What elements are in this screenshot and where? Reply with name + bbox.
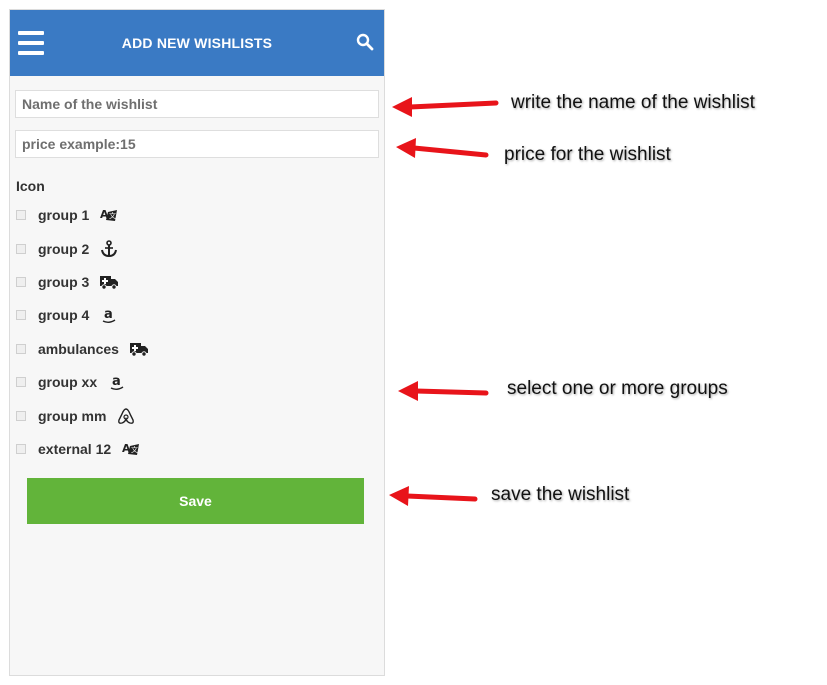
arrow-annotation-icon — [398, 381, 489, 401]
svg-text:文: 文 — [109, 211, 116, 220]
save-button[interactable]: Save — [27, 478, 364, 524]
anchor-icon — [101, 240, 118, 258]
app-header: ADD NEW WISHLISTS — [10, 10, 384, 76]
arrow-annotation-icon — [392, 97, 499, 117]
group-option[interactable]: ambulances — [16, 339, 149, 359]
annotation-groups: select one or more groups — [507, 378, 728, 399]
group-label: group xx — [38, 374, 98, 390]
translate-icon: A 文 — [122, 442, 140, 455]
group-label: group 3 — [38, 274, 90, 290]
svg-text:a: a — [104, 307, 113, 322]
group-label: group 4 — [38, 307, 90, 323]
group-label: group 2 — [38, 241, 90, 257]
group-label: group 1 — [38, 207, 90, 223]
ambulance-icon — [100, 276, 119, 290]
svg-text:文: 文 — [131, 445, 138, 454]
annotation-save: save the wishlist — [491, 484, 630, 505]
app-panel: ADD NEW WISHLISTS Icon group 1 A 文 group… — [9, 9, 385, 676]
group-checkbox[interactable] — [16, 377, 26, 387]
group-label: ambulances — [38, 341, 119, 357]
group-option[interactable]: group 3 — [16, 272, 119, 292]
wishlist-name-input[interactable] — [15, 90, 379, 118]
group-label: external 12 — [38, 441, 112, 457]
amazon-icon: a — [103, 307, 116, 323]
airbnb-icon — [118, 408, 135, 424]
group-option[interactable]: group xx a — [16, 372, 127, 392]
arrow-annotation-icon — [396, 138, 489, 158]
translate-icon: A 文 — [100, 208, 118, 221]
price-input[interactable] — [15, 130, 379, 158]
group-option[interactable]: group 1 A 文 — [16, 205, 119, 225]
group-label: group mm — [38, 408, 107, 424]
group-checkbox[interactable] — [16, 411, 26, 421]
ambulance-icon — [129, 343, 148, 357]
group-checkbox[interactable] — [16, 310, 26, 320]
annotation-name: write the name of the wishlist — [511, 92, 755, 113]
page-title: ADD NEW WISHLISTS — [121, 35, 273, 51]
group-checkbox[interactable] — [16, 244, 26, 254]
search-icon[interactable] — [356, 33, 374, 51]
group-checkbox[interactable] — [16, 444, 26, 454]
amazon-icon: a — [110, 374, 124, 390]
group-option[interactable]: external 12 A 文 — [16, 439, 141, 459]
group-checkbox[interactable] — [16, 210, 26, 220]
group-checkbox[interactable] — [16, 344, 26, 354]
arrow-annotation-icon — [389, 486, 478, 506]
group-option[interactable]: group mm — [16, 406, 136, 426]
svg-text:a: a — [112, 374, 121, 389]
group-option[interactable]: group 4 a — [16, 305, 119, 325]
group-checkbox[interactable] — [16, 277, 26, 287]
annotation-price: price for the wishlist — [504, 144, 671, 165]
icon-section-label: Icon — [16, 178, 45, 194]
group-option[interactable]: group 2 — [16, 239, 119, 259]
